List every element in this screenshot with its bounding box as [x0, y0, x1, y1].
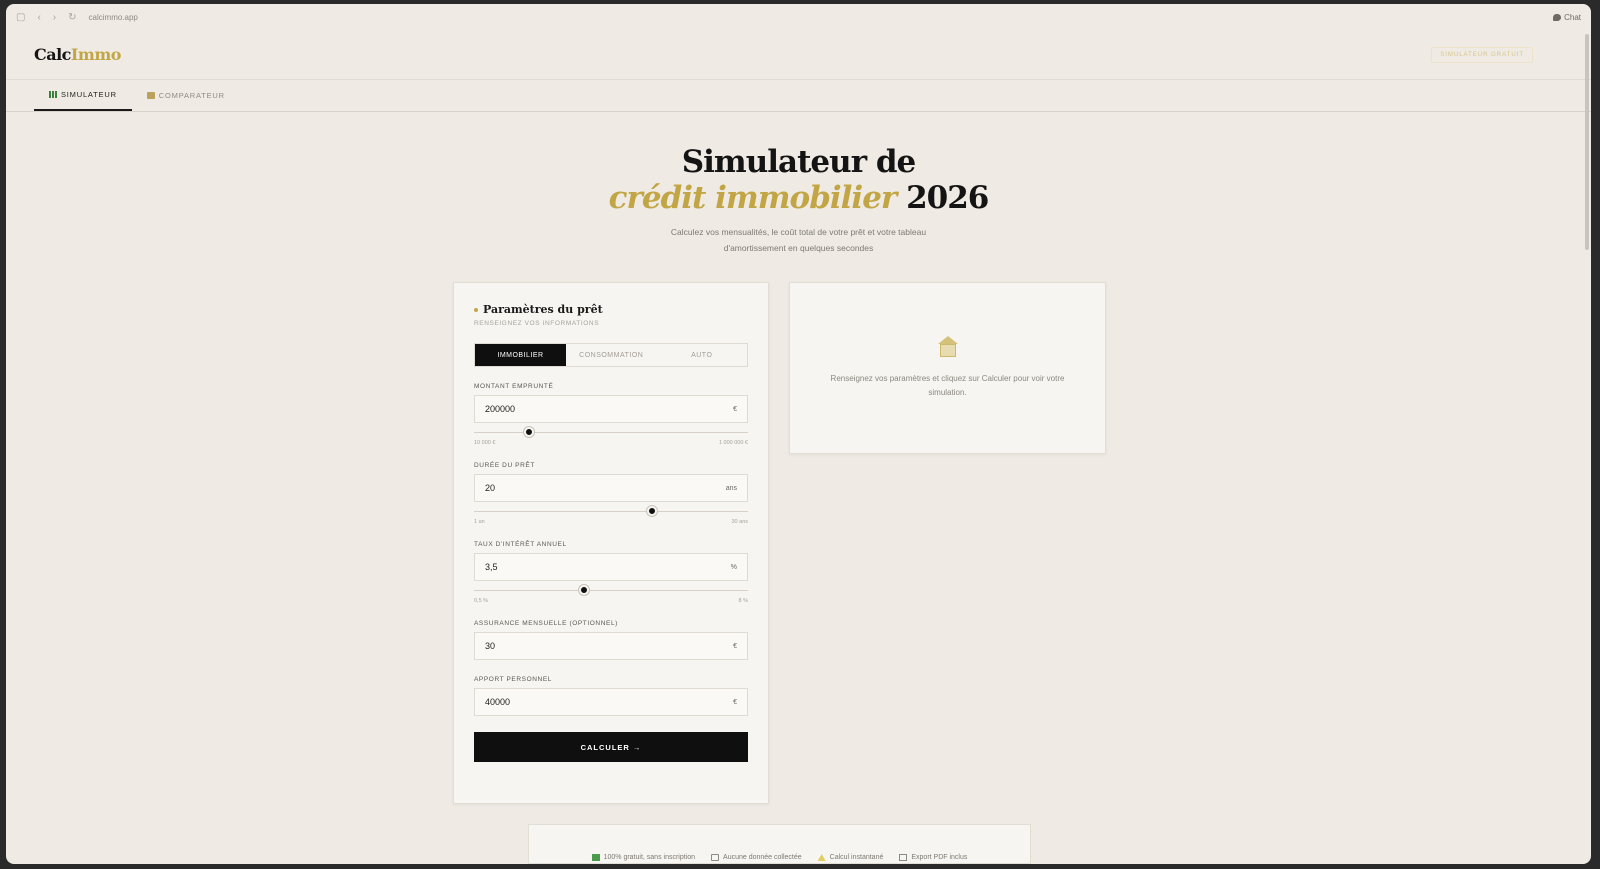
duration-slider[interactable]: [474, 504, 748, 518]
slider-thumb[interactable]: [578, 585, 589, 595]
slider-thumb[interactable]: [523, 427, 534, 437]
sidebar-toggle-icon[interactable]: ▢: [16, 12, 25, 23]
subtitle-line-1: Calculez vos mensualités, le coût total …: [670, 227, 927, 237]
insurance-label: ASSURANCE MENSUELLE (OPTIONNEL): [474, 620, 618, 627]
feature-item: Export PDF inclus: [899, 854, 967, 861]
duration-value: 20: [485, 483, 496, 493]
duration-min: 1 an: [474, 519, 485, 525]
tab-label: SIMULATEUR: [61, 90, 117, 99]
logo-part-2: Immo: [70, 45, 122, 64]
card-title: Paramètres du prêt: [474, 303, 748, 316]
chat-button[interactable]: Chat: [1553, 13, 1581, 22]
rate-unit: %: [730, 563, 737, 571]
bullet-icon: [474, 307, 478, 312]
free-simulator-button[interactable]: SIMULATEUR GRATUIT: [1431, 46, 1533, 63]
feature-label: Export PDF inclus: [911, 854, 968, 861]
result-placeholder: Renseignez vos paramètres et cliquez sur…: [830, 374, 1065, 397]
logo-part-1: Calc: [34, 45, 71, 64]
rate-slider[interactable]: [474, 583, 748, 597]
amount-range: 10 000 € 1 000 000 €: [474, 440, 748, 446]
feature-label: Calcul instantané: [829, 854, 884, 861]
chat-icon: [1553, 13, 1562, 21]
insurance-input[interactable]: 30 €: [474, 632, 748, 660]
page-title: Simulateur de crédit immobilier 2026: [6, 144, 1591, 216]
bank-icon: [937, 336, 959, 358]
amount-slider[interactable]: [474, 425, 748, 439]
site-header: CalcImmo SIMULATEUR GRATUIT: [6, 30, 1591, 80]
rate-max: 8 %: [738, 598, 748, 604]
amount-label: MONTANT EMPRUNTÉ: [474, 383, 554, 390]
amount-max: 1 000 000 €: [718, 440, 748, 446]
logo[interactable]: CalcImmo: [34, 45, 121, 64]
rate-label: TAUX D'INTÉRÊT ANNUEL: [474, 541, 567, 548]
duration-input[interactable]: 20 ans: [474, 474, 748, 502]
bar-chart-icon: [49, 91, 57, 98]
building-shape: [939, 344, 956, 357]
insurance-unit: €: [733, 642, 737, 650]
browser-nav: ▢ ‹ › ↻: [16, 12, 77, 23]
feature-item: 100% gratuit, sans inscription: [591, 854, 696, 861]
hero: Simulateur de crédit immobilier 2026 Cal…: [6, 144, 1591, 256]
down-payment-value: 40000: [485, 697, 511, 707]
tab-simulateur[interactable]: SIMULATEUR: [34, 80, 132, 111]
browser-window: ▢ ‹ › ↻ calcimmo.app Chat CalcImmo SIMUL…: [6, 4, 1591, 864]
card-title-text: Paramètres du prêt: [483, 303, 603, 316]
slider-track: [474, 432, 748, 433]
amount-min: 10 000 €: [474, 440, 496, 446]
forward-icon[interactable]: ›: [53, 12, 56, 23]
loan-type-immobilier[interactable]: IMMOBILIER: [475, 344, 566, 366]
subtitle-line-2: d'amortissement en quelques secondes: [723, 243, 874, 253]
chat-label: Chat: [1564, 12, 1581, 22]
amount-input[interactable]: 200000 €: [474, 395, 748, 423]
card-subtitle: RENSEIGNEZ VOS INFORMATIONS: [474, 320, 600, 327]
amount-unit: €: [733, 405, 737, 413]
loan-parameters-card: Paramètres du prêt RENSEIGNEZ VOS INFORM…: [453, 282, 769, 804]
feature-label: Aucune donnée collectée: [723, 854, 802, 861]
address-bar[interactable]: calcimmo.app: [89, 13, 138, 22]
calculate-button[interactable]: CALCULER →: [474, 732, 748, 762]
page-subtitle: Calculez vos mensualités, le coût total …: [6, 224, 1591, 256]
slider-track: [474, 511, 748, 512]
tab-label: COMPARATEUR: [158, 91, 225, 100]
result-card: Renseignez vos paramètres et cliquez sur…: [789, 282, 1106, 454]
down-payment-label: APPORT PERSONNEL: [474, 676, 552, 683]
slider-track: [474, 590, 748, 591]
back-icon[interactable]: ‹: [37, 12, 40, 23]
loan-type-consommation[interactable]: CONSOMMATION: [566, 344, 657, 366]
title-year: 2026: [906, 180, 989, 216]
main-tabs: SIMULATEUR COMPARATEUR: [6, 80, 1591, 112]
check-icon: [591, 854, 600, 861]
scale-icon: [146, 92, 155, 99]
down-payment-input[interactable]: 40000 €: [474, 688, 748, 716]
loan-type-selector: IMMOBILIER CONSOMMATION AUTO: [474, 343, 748, 367]
feature-item: Aucune donnée collectée: [711, 854, 802, 861]
feature-label: 100% gratuit, sans inscription: [603, 854, 696, 861]
rate-value: 3,5: [485, 562, 498, 572]
duration-range: 1 an 30 ans: [474, 519, 748, 525]
amount-value: 200000: [485, 404, 516, 414]
duration-label: DURÉE DU PRÊT: [474, 462, 535, 469]
roof-shape: [937, 336, 958, 344]
reload-icon[interactable]: ↻: [68, 12, 76, 23]
tab-comparateur[interactable]: COMPARATEUR: [132, 80, 240, 111]
lightning-icon: [817, 854, 826, 861]
title-line-1: Simulateur de: [681, 144, 916, 180]
duration-max: 30 ans: [731, 519, 748, 525]
down-payment-unit: €: [733, 698, 737, 706]
rate-range: 0,5 % 8 %: [474, 598, 748, 604]
rate-input[interactable]: 3,5 %: [474, 553, 748, 581]
browser-chrome: ▢ ‹ › ↻ calcimmo.app Chat: [6, 4, 1591, 30]
feature-item: Calcul instantané: [817, 854, 884, 861]
insurance-value: 30: [485, 641, 496, 651]
title-highlight: crédit immobilier: [608, 180, 898, 216]
duration-unit: ans: [725, 484, 737, 492]
document-icon: [899, 854, 908, 861]
slider-thumb[interactable]: [647, 506, 658, 516]
features-bar: 100% gratuit, sans inscription Aucune do…: [528, 824, 1031, 864]
lock-icon: [711, 854, 720, 861]
rate-min: 0,5 %: [474, 598, 489, 604]
scrollbar[interactable]: [1585, 34, 1589, 250]
loan-type-auto[interactable]: AUTO: [657, 344, 748, 366]
